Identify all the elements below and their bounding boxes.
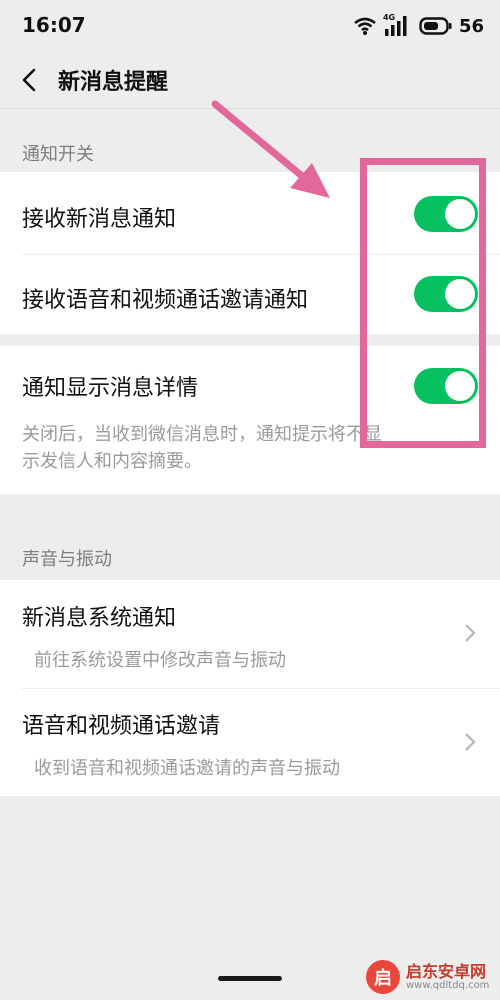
watermark-name: 启东安卓网 (406, 961, 487, 981)
watermark-logo-icon: 启 (366, 960, 400, 994)
home-indicator[interactable] (218, 976, 282, 981)
annotation-highlight-box (360, 158, 486, 448)
annotation-arrow (211, 100, 330, 198)
watermark-url: www.qdltdq.com (406, 980, 490, 992)
watermark: 启 启东安卓网 www.qdltdq.com (366, 960, 489, 994)
